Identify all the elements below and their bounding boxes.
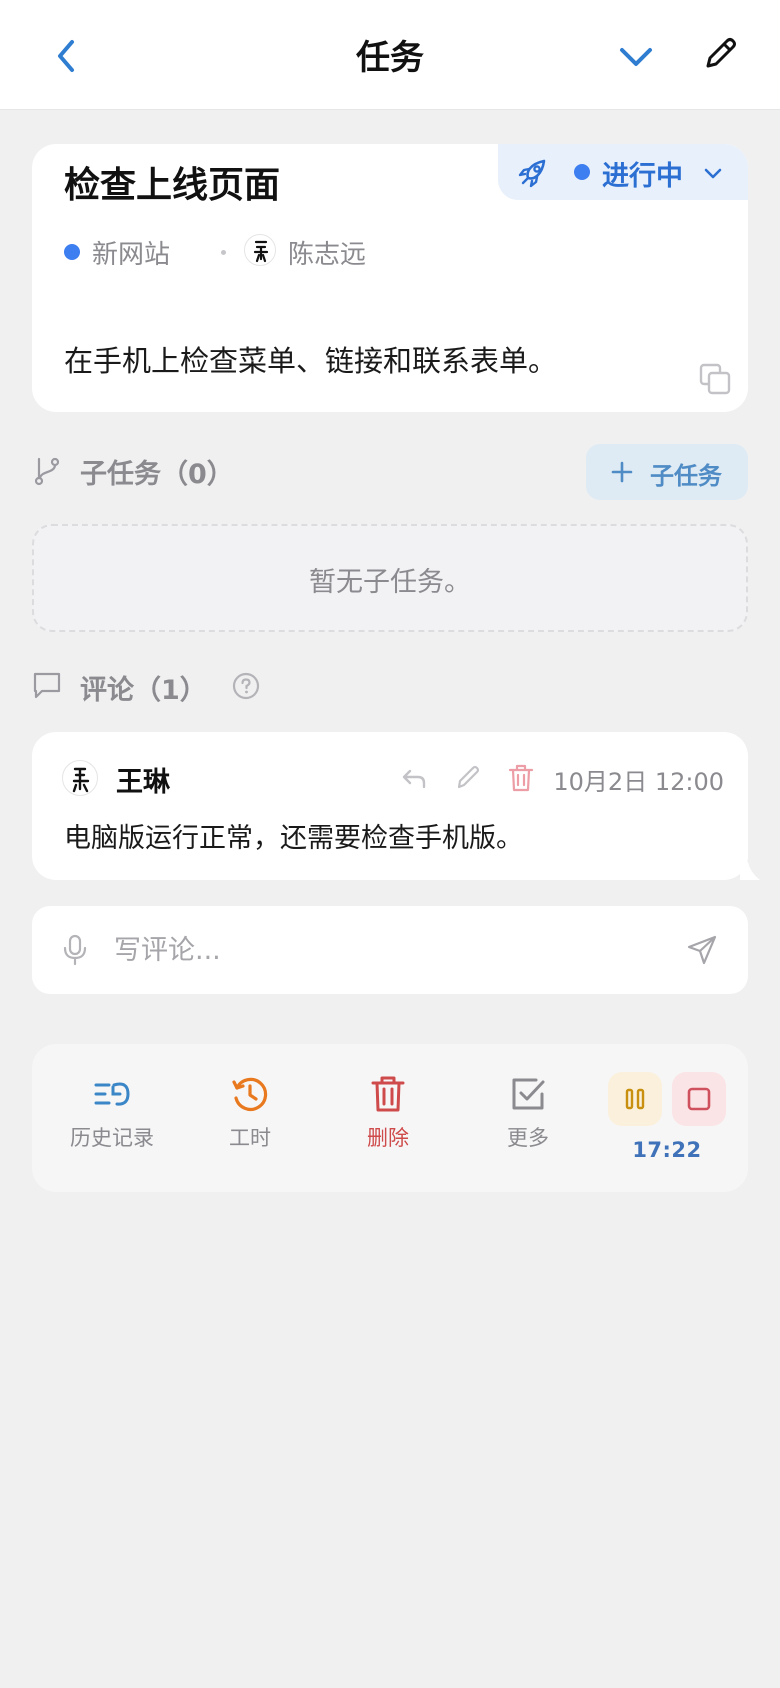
status-label: 进行中: [602, 161, 683, 192]
comments-header: 评论（1）: [32, 664, 332, 708]
collapse-button[interactable]: [616, 38, 656, 74]
timer-stop-button[interactable]: [672, 1072, 726, 1126]
send-icon: [687, 935, 717, 965]
plus-icon: [610, 460, 634, 484]
trash-icon: [368, 1074, 408, 1114]
clock-history-icon: [230, 1074, 270, 1114]
delete-label: 删除: [367, 1126, 409, 1150]
page-title: 任务: [356, 38, 424, 78]
subtasks-header: 子任务（0） 子任务: [32, 444, 748, 500]
delete-comment-button[interactable]: [508, 763, 534, 793]
comment-input[interactable]: [114, 924, 674, 976]
comments-title: 评论（1）: [80, 675, 207, 706]
timer-pause-button[interactable]: [608, 1072, 662, 1126]
separator-dot: [221, 250, 226, 255]
add-subtask-button[interactable]: 子任务: [586, 444, 748, 500]
task-card: 检查上线页面 进行中 新网站 陈志远 在手机上检查菜单、链接和联系表单。: [32, 144, 748, 412]
history-list-icon: [92, 1074, 132, 1114]
comment-item: 王琳 10月2日 12:00 电脑版运行正常，还需要检查手机版。: [32, 732, 748, 880]
history-button[interactable]: 历史记录: [52, 1074, 172, 1164]
project-color-dot: [64, 244, 80, 260]
delete-task-button[interactable]: 删除: [328, 1074, 448, 1164]
subtasks-empty-state: 暂无子任务。: [32, 524, 748, 632]
task-description: 在手机上检查菜单、链接和联系表单。: [64, 344, 558, 378]
copy-icon: [699, 363, 731, 395]
comment-timestamp: 10月2日 12:00: [553, 768, 724, 796]
pause-icon: [625, 1088, 645, 1110]
history-label: 历史记录: [70, 1126, 154, 1150]
pencil-icon: [706, 38, 736, 68]
more-label: 更多: [507, 1126, 549, 1150]
reply-icon: [402, 769, 426, 789]
bubble-tail: [740, 862, 760, 880]
help-icon[interactable]: [232, 672, 260, 700]
avatar: [62, 760, 98, 796]
copy-button[interactable]: [698, 362, 732, 396]
status-dropdown[interactable]: 进行中: [498, 144, 748, 200]
project-name[interactable]: 新网站: [92, 234, 170, 271]
reply-button[interactable]: [400, 766, 428, 792]
chevron-down-icon: [620, 48, 652, 66]
stop-icon: [687, 1087, 711, 1111]
microphone-icon: [63, 934, 87, 966]
microphone-button[interactable]: [62, 934, 88, 966]
worklog-label: 工时: [229, 1126, 271, 1150]
trash-icon: [508, 764, 534, 792]
branch-icon: [32, 456, 62, 486]
subtasks-title: 子任务（0）: [80, 459, 234, 490]
status-dot: [574, 164, 590, 180]
edit-button[interactable]: [700, 34, 740, 74]
avatar: [244, 234, 276, 266]
pencil-icon: [457, 765, 480, 789]
chevron-down-icon: [702, 162, 724, 184]
top-bar: 任务: [0, 0, 780, 110]
assignee-name[interactable]: 陈志远: [288, 234, 366, 271]
comment-body: 电脑版运行正常，还需要检查手机版。: [64, 823, 523, 854]
rocket-icon: [516, 156, 550, 190]
task-meta: 新网站 陈志远: [64, 230, 524, 270]
comment-author: 王琳: [116, 767, 170, 798]
edit-comment-button[interactable]: [454, 764, 482, 792]
checkbox-icon: [508, 1074, 548, 1114]
comment-composer: [32, 906, 748, 994]
comment-icon: [32, 670, 62, 700]
timer-display: 17:22: [632, 1138, 702, 1162]
add-subtask-label: 子任务: [650, 462, 722, 490]
worklog-button[interactable]: 工时: [190, 1074, 310, 1164]
task-title: 检查上线页面: [64, 165, 281, 206]
more-button[interactable]: 更多: [468, 1074, 588, 1164]
empty-text: 暂无子任务。: [309, 567, 471, 598]
send-button[interactable]: [686, 934, 718, 966]
action-toolbar: 历史记录 工时 删除 更多 17:22: [32, 1044, 748, 1192]
